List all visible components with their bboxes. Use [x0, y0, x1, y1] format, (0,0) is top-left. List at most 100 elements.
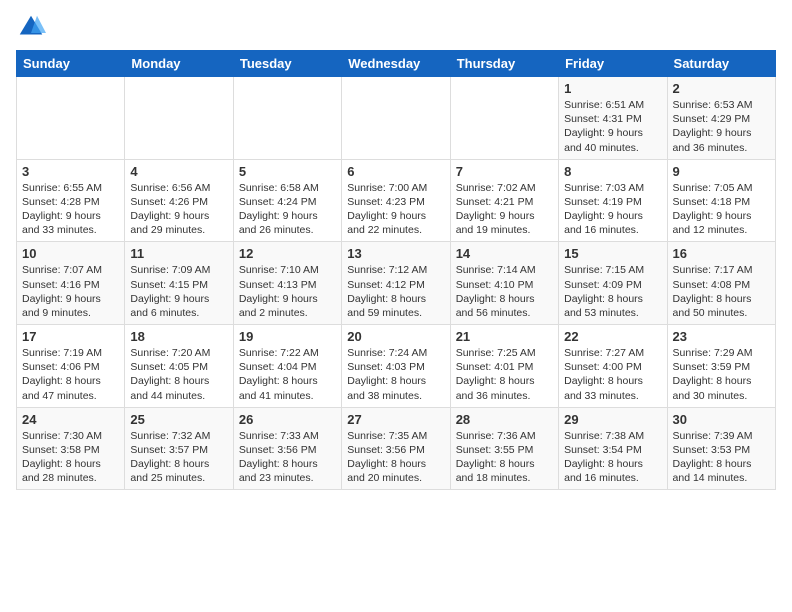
- day-number: 13: [347, 246, 444, 261]
- calendar-week-row: 10 Sunrise: 7:07 AM Sunset: 4:16 PM Dayli…: [17, 242, 776, 325]
- day-number: 17: [22, 329, 119, 344]
- day-number: 12: [239, 246, 336, 261]
- day-info: Sunrise: 7:38 AM Sunset: 3:54 PM Dayligh…: [564, 429, 661, 486]
- calendar-week-row: 17 Sunrise: 7:19 AM Sunset: 4:06 PM Dayli…: [17, 325, 776, 408]
- calendar-header: SundayMondayTuesdayWednesdayThursdayFrid…: [17, 51, 776, 77]
- day-number: 11: [130, 246, 227, 261]
- page-container: SundayMondayTuesdayWednesdayThursdayFrid…: [0, 0, 792, 498]
- calendar-cell: [17, 77, 125, 160]
- day-info: Sunrise: 7:00 AM Sunset: 4:23 PM Dayligh…: [347, 181, 444, 238]
- day-number: 20: [347, 329, 444, 344]
- calendar-cell: 21Sunrise: 7:25 AM Sunset: 4:01 PM Dayli…: [450, 325, 558, 408]
- calendar-cell: 25 Sunrise: 7:32 AM Sunset: 3:57 PM Dayli…: [125, 407, 233, 490]
- day-info: Sunrise: 7:30 AM Sunset: 3:58 PM Dayligh…: [22, 429, 119, 486]
- day-info: Sunrise: 7:19 AM Sunset: 4:06 PM Dayligh…: [22, 346, 119, 403]
- day-number: 30: [673, 412, 770, 427]
- day-info: Sunrise: 6:51 AM Sunset: 4:31 PM Dayligh…: [564, 98, 661, 155]
- calendar-cell: 9 Sunrise: 7:05 AM Sunset: 4:18 PM Daylig…: [667, 159, 775, 242]
- weekday-header: Tuesday: [233, 51, 341, 77]
- calendar-cell: 12 Sunrise: 7:10 AM Sunset: 4:13 PM Dayli…: [233, 242, 341, 325]
- day-info: Sunrise: 7:39 AM Sunset: 3:53 PM Dayligh…: [673, 429, 770, 486]
- day-number: 2: [673, 81, 770, 96]
- day-number: 5: [239, 164, 336, 179]
- calendar-cell: 13 Sunrise: 7:12 AM Sunset: 4:12 PM Dayli…: [342, 242, 450, 325]
- day-info: Sunrise: 7:20 AM Sunset: 4:05 PM Dayligh…: [130, 346, 227, 403]
- weekday-header: Sunday: [17, 51, 125, 77]
- calendar-cell: 2Sunrise: 6:53 AM Sunset: 4:29 PM Daylig…: [667, 77, 775, 160]
- day-info: Sunrise: 7:17 AM Sunset: 4:08 PM Dayligh…: [673, 263, 770, 320]
- calendar-cell: 28 Sunrise: 7:36 AM Sunset: 3:55 PM Dayli…: [450, 407, 558, 490]
- day-info: Sunrise: 7:29 AM Sunset: 3:59 PM Dayligh…: [673, 346, 770, 403]
- calendar-cell: [342, 77, 450, 160]
- day-info: Sunrise: 7:36 AM Sunset: 3:55 PM Dayligh…: [456, 429, 553, 486]
- day-info: Sunrise: 7:15 AM Sunset: 4:09 PM Dayligh…: [564, 263, 661, 320]
- day-info: Sunrise: 7:35 AM Sunset: 3:56 PM Dayligh…: [347, 429, 444, 486]
- weekday-header: Thursday: [450, 51, 558, 77]
- day-info: Sunrise: 7:10 AM Sunset: 4:13 PM Dayligh…: [239, 263, 336, 320]
- day-info: Sunrise: 7:07 AM Sunset: 4:16 PM Dayligh…: [22, 263, 119, 320]
- day-number: 1: [564, 81, 661, 96]
- day-info: Sunrise: 7:05 AM Sunset: 4:18 PM Dayligh…: [673, 181, 770, 238]
- calendar-cell: [233, 77, 341, 160]
- day-info: Sunrise: 7:32 AM Sunset: 3:57 PM Dayligh…: [130, 429, 227, 486]
- day-info: Sunrise: 6:56 AM Sunset: 4:26 PM Dayligh…: [130, 181, 227, 238]
- calendar-cell: [125, 77, 233, 160]
- calendar-cell: [450, 77, 558, 160]
- day-info: Sunrise: 7:14 AM Sunset: 4:10 PM Dayligh…: [456, 263, 553, 320]
- calendar-body: 1 Sunrise: 6:51 AM Sunset: 4:31 PM Daylig…: [17, 77, 776, 490]
- day-number: 18: [130, 329, 227, 344]
- day-number: 9: [673, 164, 770, 179]
- calendar-cell: 29 Sunrise: 7:38 AM Sunset: 3:54 PM Dayli…: [559, 407, 667, 490]
- calendar-week-row: 24Sunrise: 7:30 AM Sunset: 3:58 PM Dayli…: [17, 407, 776, 490]
- calendar-cell: 6 Sunrise: 7:00 AM Sunset: 4:23 PM Daylig…: [342, 159, 450, 242]
- day-number: 23: [673, 329, 770, 344]
- calendar-cell: 4 Sunrise: 6:56 AM Sunset: 4:26 PM Daylig…: [125, 159, 233, 242]
- day-number: 22: [564, 329, 661, 344]
- day-info: Sunrise: 7:02 AM Sunset: 4:21 PM Dayligh…: [456, 181, 553, 238]
- weekday-header: Monday: [125, 51, 233, 77]
- day-info: Sunrise: 7:33 AM Sunset: 3:56 PM Dayligh…: [239, 429, 336, 486]
- day-number: 29: [564, 412, 661, 427]
- weekday-header: Friday: [559, 51, 667, 77]
- day-info: Sunrise: 7:03 AM Sunset: 4:19 PM Dayligh…: [564, 181, 661, 238]
- weekday-header: Wednesday: [342, 51, 450, 77]
- day-number: 14: [456, 246, 553, 261]
- calendar-cell: 5Sunrise: 6:58 AM Sunset: 4:24 PM Daylig…: [233, 159, 341, 242]
- day-info: Sunrise: 6:55 AM Sunset: 4:28 PM Dayligh…: [22, 181, 119, 238]
- calendar-cell: 1 Sunrise: 6:51 AM Sunset: 4:31 PM Daylig…: [559, 77, 667, 160]
- calendar-week-row: 1 Sunrise: 6:51 AM Sunset: 4:31 PM Daylig…: [17, 77, 776, 160]
- calendar-cell: 26Sunrise: 7:33 AM Sunset: 3:56 PM Dayli…: [233, 407, 341, 490]
- day-info: Sunrise: 7:09 AM Sunset: 4:15 PM Dayligh…: [130, 263, 227, 320]
- day-number: 7: [456, 164, 553, 179]
- day-number: 6: [347, 164, 444, 179]
- logo: [16, 12, 50, 42]
- calendar-cell: 15 Sunrise: 7:15 AM Sunset: 4:09 PM Dayli…: [559, 242, 667, 325]
- day-number: 4: [130, 164, 227, 179]
- day-info: Sunrise: 7:22 AM Sunset: 4:04 PM Dayligh…: [239, 346, 336, 403]
- calendar-cell: 20 Sunrise: 7:24 AM Sunset: 4:03 PM Dayli…: [342, 325, 450, 408]
- day-number: 28: [456, 412, 553, 427]
- day-number: 16: [673, 246, 770, 261]
- day-number: 27: [347, 412, 444, 427]
- calendar-cell: 23 Sunrise: 7:29 AM Sunset: 3:59 PM Dayli…: [667, 325, 775, 408]
- calendar-cell: 11 Sunrise: 7:09 AM Sunset: 4:15 PM Dayli…: [125, 242, 233, 325]
- calendar-table: SundayMondayTuesdayWednesdayThursdayFrid…: [16, 50, 776, 490]
- calendar-cell: 8 Sunrise: 7:03 AM Sunset: 4:19 PM Daylig…: [559, 159, 667, 242]
- day-number: 15: [564, 246, 661, 261]
- calendar-cell: 16 Sunrise: 7:17 AM Sunset: 4:08 PM Dayli…: [667, 242, 775, 325]
- weekday-header: Saturday: [667, 51, 775, 77]
- calendar-cell: 17 Sunrise: 7:19 AM Sunset: 4:06 PM Dayli…: [17, 325, 125, 408]
- calendar-cell: 18 Sunrise: 7:20 AM Sunset: 4:05 PM Dayli…: [125, 325, 233, 408]
- day-number: 25: [130, 412, 227, 427]
- day-number: 19: [239, 329, 336, 344]
- day-number: 3: [22, 164, 119, 179]
- calendar-cell: 7 Sunrise: 7:02 AM Sunset: 4:21 PM Daylig…: [450, 159, 558, 242]
- day-info: Sunrise: 7:24 AM Sunset: 4:03 PM Dayligh…: [347, 346, 444, 403]
- day-info: Sunrise: 7:12 AM Sunset: 4:12 PM Dayligh…: [347, 263, 444, 320]
- calendar-cell: 10 Sunrise: 7:07 AM Sunset: 4:16 PM Dayli…: [17, 242, 125, 325]
- calendar-cell: 22Sunrise: 7:27 AM Sunset: 4:00 PM Dayli…: [559, 325, 667, 408]
- day-number: 8: [564, 164, 661, 179]
- day-number: 10: [22, 246, 119, 261]
- calendar-cell: 19 Sunrise: 7:22 AM Sunset: 4:04 PM Dayli…: [233, 325, 341, 408]
- page-header: [16, 12, 776, 42]
